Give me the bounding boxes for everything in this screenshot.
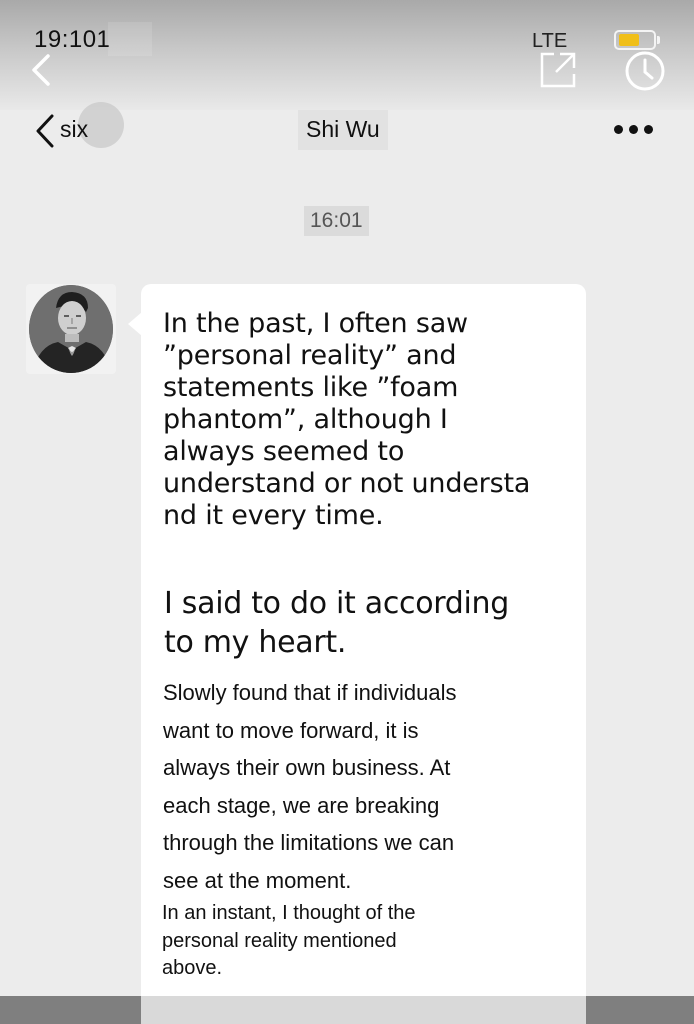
message-paragraph-4: In an instant, I thought of the personal… xyxy=(162,902,416,979)
bottom-bar-highlight xyxy=(141,996,586,1024)
back-label: six xyxy=(60,116,89,142)
bubble-tail xyxy=(128,312,142,336)
message-paragraph-3: Slowly found that if individuals want to… xyxy=(163,680,457,893)
back-button[interactable]: six xyxy=(34,102,124,154)
avatar[interactable] xyxy=(26,284,116,374)
battery-icon xyxy=(614,30,656,50)
clock-icon[interactable] xyxy=(624,50,666,92)
message-timestamp: 16:01 xyxy=(304,206,369,236)
status-time: 19:101 xyxy=(34,26,111,53)
message-paragraph-2: I said to do it according to my heart. xyxy=(164,586,510,660)
overlay-back-icon[interactable] xyxy=(28,52,58,88)
more-dots-icon[interactable] xyxy=(612,118,656,142)
status-pad xyxy=(108,22,152,56)
battery-tip xyxy=(657,36,660,44)
battery-level xyxy=(619,34,639,46)
chat-title: Shi Wu xyxy=(298,110,388,150)
chevron-left-icon xyxy=(36,114,54,148)
message-paragraph-1: In the past, I often saw ”personal reali… xyxy=(163,308,531,531)
top-overlay xyxy=(0,0,694,110)
share-icon[interactable] xyxy=(538,50,578,90)
